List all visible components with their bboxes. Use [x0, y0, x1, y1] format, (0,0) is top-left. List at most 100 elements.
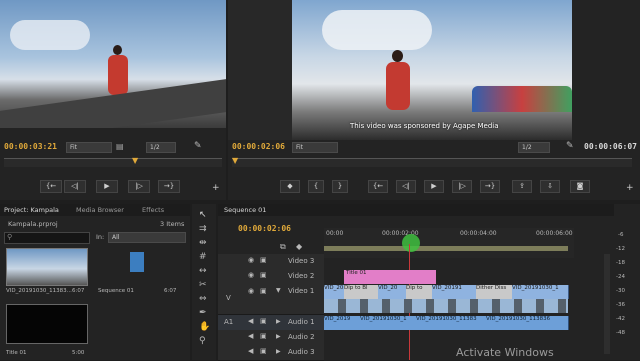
in-dropdown[interactable]: All [108, 232, 186, 243]
sequence-icon [130, 252, 144, 272]
go-to-out-icon[interactable]: →} [158, 180, 180, 193]
eye-icon[interactable]: ◉ [248, 271, 254, 279]
track-select-icon[interactable]: ⇉ [199, 224, 207, 234]
go-to-in-icon[interactable]: {← [368, 180, 388, 193]
snap-icon[interactable]: ⧉ [280, 242, 286, 252]
step-back-icon[interactable]: ◁| [64, 180, 86, 193]
track-audio-3: ◀ ▣ ▶ Audio 3 [218, 345, 324, 361]
v-target-label[interactable]: V [226, 294, 231, 302]
source-add-icon[interactable]: + [212, 183, 220, 193]
a1-target-label[interactable]: A1 [224, 318, 233, 326]
source-timecode[interactable]: 00:00:03:21 [4, 142, 57, 151]
speaker-icon[interactable]: ◀ [248, 317, 253, 325]
item-name: Sequence 01 [98, 288, 134, 294]
marker-icon[interactable]: ◆ [280, 180, 300, 193]
source-monitor: 00:00:03:21 Fit ▤ 1/2 ✎ ▼ {← ◁| ▶ |▷ →} … [0, 0, 226, 200]
program-scrubber[interactable]: ▼ [232, 156, 632, 167]
meter-tick: -18 [616, 260, 625, 266]
ruler[interactable]: 00:00 00:00:02:00 00:00:04:00 00:00:06:0… [324, 228, 574, 258]
source-resolution-dropdown[interactable]: 1/2 [146, 142, 176, 153]
lift-icon[interactable]: ⇪ [512, 180, 532, 193]
timeline-timecode[interactable]: 00:00:02:06 [238, 224, 291, 233]
play-icon[interactable]: ▶ [424, 180, 444, 193]
audio-clip[interactable]: VID_20191030_11383 [416, 316, 487, 330]
program-caption: This video was sponsored by Agape Media [350, 122, 499, 130]
expand-icon[interactable]: ▶ [276, 333, 281, 340]
project-item-clip[interactable]: VID_20191030_11383... 6:07 [6, 248, 88, 300]
meter-tick: -6 [618, 232, 624, 238]
lock-icon[interactable]: ▣ [260, 271, 267, 279]
step-forward-icon[interactable]: |▷ [128, 180, 150, 193]
source-settings-icon[interactable]: ▤ [116, 142, 124, 151]
source-scrubber[interactable]: ▼ [4, 156, 222, 167]
step-forward-icon[interactable]: |▷ [452, 180, 472, 193]
audio-clip[interactable]: VID_2019 [324, 316, 361, 330]
rate-stretch-icon[interactable]: ↔ [199, 266, 207, 276]
search-field[interactable]: ⚲ [4, 232, 90, 244]
project-tab-bar: Project: Kampala Media Browser Effects [0, 204, 190, 216]
activate-windows-watermark: Activate Windows [456, 346, 554, 359]
audio-clip[interactable]: VID_20191030_1 [360, 316, 417, 330]
audio-clip[interactable]: VID_20191030_113836 [486, 316, 569, 330]
extract-icon[interactable]: ⇩ [540, 180, 560, 193]
lock-icon[interactable]: ▣ [260, 347, 267, 355]
tab-effects[interactable]: Effects [138, 204, 168, 216]
play-icon[interactable]: ▶ [96, 180, 118, 193]
timeline-scrollbar[interactable] [604, 254, 610, 354]
source-wrench-icon[interactable]: ✎ [194, 141, 202, 151]
razor-icon[interactable]: ✂ [199, 280, 207, 290]
meter-tick: -30 [616, 288, 625, 294]
tab-media-browser[interactable]: Media Browser [72, 204, 128, 216]
mark-out-icon[interactable]: } [332, 180, 348, 193]
rolling-edit-icon[interactable]: # [199, 252, 207, 262]
title-clip[interactable]: Title 01 [344, 270, 436, 284]
program-timecode[interactable]: 00:00:02:06 [232, 142, 285, 151]
tab-project[interactable]: Project: Kampala [0, 204, 63, 216]
ripple-edit-icon[interactable]: ⇹ [199, 238, 207, 248]
expand-icon[interactable]: ▶ [276, 348, 281, 355]
export-frame-icon[interactable]: ◙ [570, 180, 590, 193]
program-wrench-icon[interactable]: ✎ [566, 141, 574, 151]
eye-icon[interactable]: ◉ [248, 287, 254, 295]
zoom-icon[interactable]: ⚲ [199, 336, 206, 346]
step-back-icon[interactable]: ◁| [396, 180, 416, 193]
lock-icon[interactable]: ▣ [260, 332, 267, 340]
program-transport: ◆ { } {← ◁| ▶ |▷ →} ⇪ ⇩ ◙ [280, 180, 620, 194]
source-playhead-icon[interactable]: ▼ [132, 156, 138, 165]
speaker-icon[interactable]: ◀ [248, 332, 253, 340]
person-head [392, 50, 403, 62]
selection-tool-icon[interactable]: ↖ [199, 210, 207, 220]
lock-icon[interactable]: ▣ [260, 256, 267, 264]
speaker-icon[interactable]: ◀ [248, 347, 253, 355]
lock-icon[interactable]: ▣ [260, 317, 267, 325]
transition-dither-dissolve[interactable]: Dither Diss [476, 285, 512, 299]
video-clip[interactable]: VID_20191 [432, 285, 477, 299]
project-item-sequence[interactable]: Sequence 01 6:07 [96, 248, 178, 300]
expand-icon[interactable]: ▶ [276, 318, 281, 325]
transition-dip-to[interactable]: Dip to [406, 285, 432, 299]
slip-icon[interactable]: ⇔ [199, 294, 207, 304]
go-to-out-icon[interactable]: →} [480, 180, 500, 193]
program-playhead-icon[interactable]: ▼ [232, 156, 238, 165]
program-resolution-dropdown[interactable]: 1/2 [518, 142, 550, 153]
mark-in-icon[interactable]: {← [40, 180, 62, 193]
program-fit-dropdown[interactable]: Fit [292, 142, 338, 153]
clip-label: Title 01 [346, 270, 367, 276]
hand-icon[interactable]: ✋ [199, 322, 210, 332]
work-area-bar[interactable] [324, 246, 568, 251]
video-clip[interactable]: VID_20 [324, 285, 345, 299]
tab-sequence[interactable]: Sequence 01 [220, 204, 270, 216]
expand-icon[interactable]: ▼ [276, 287, 281, 294]
lock-icon[interactable]: ▣ [260, 287, 267, 295]
video-clip[interactable]: VID_20 [378, 285, 407, 299]
project-item-title[interactable]: Title 01 5:00 [6, 304, 88, 360]
transition-dip-to-black[interactable]: Dip to Bl [344, 285, 378, 299]
video-clip[interactable]: VID_20191030_1 [512, 285, 569, 299]
program-add-icon[interactable]: + [626, 183, 634, 193]
add-marker-icon[interactable]: ◆ [296, 242, 302, 251]
playhead-cursor[interactable] [402, 234, 420, 252]
pen-icon[interactable]: ✒ [199, 308, 207, 318]
source-fit-dropdown[interactable]: Fit [66, 142, 112, 153]
mark-in-icon[interactable]: { [308, 180, 324, 193]
eye-icon[interactable]: ◉ [248, 256, 254, 264]
